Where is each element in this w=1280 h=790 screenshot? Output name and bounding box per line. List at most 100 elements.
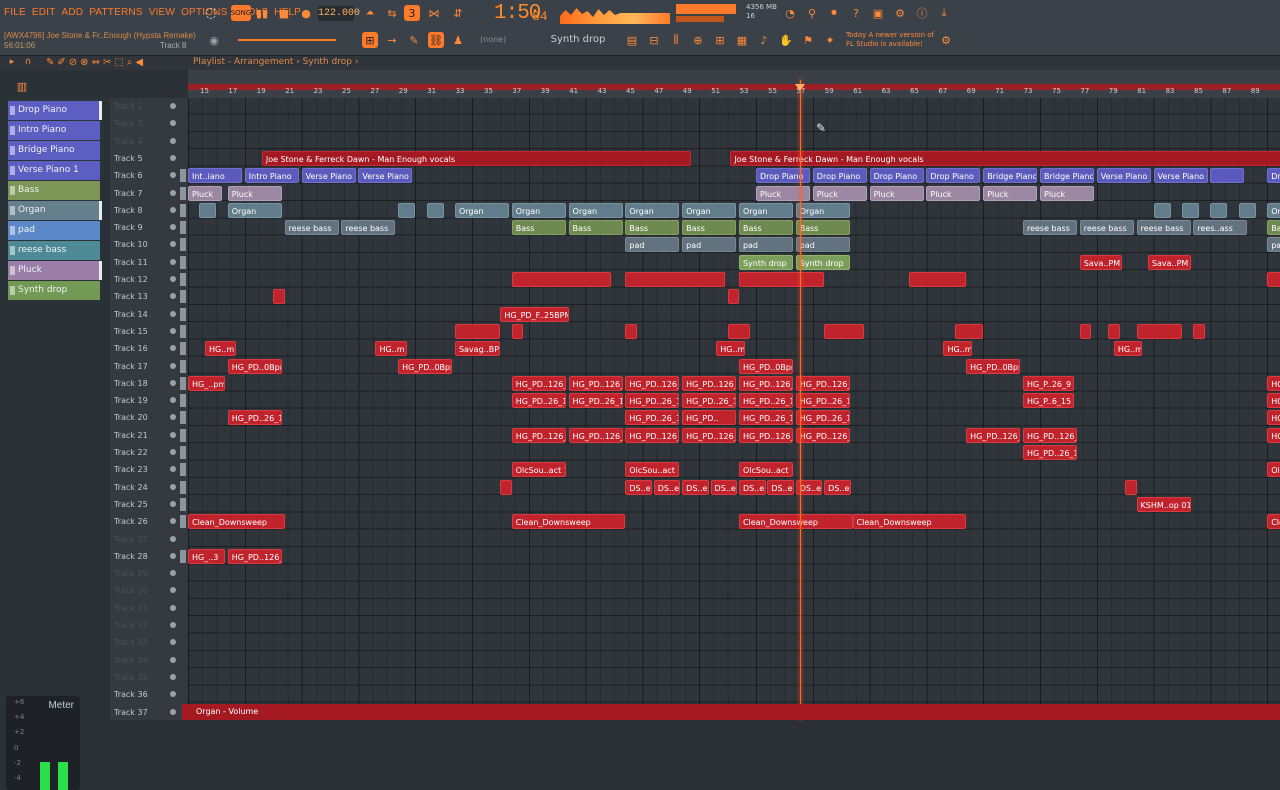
playlist-clip[interactable]: HG_PD..26_11: [227, 410, 282, 426]
playlist-clip[interactable]: Bass: [795, 220, 850, 236]
track-header[interactable]: Track 29: [110, 565, 188, 582]
playlist-clip[interactable]: Sava..PM: [1147, 254, 1191, 270]
playlist-clip[interactable]: HG..m: [716, 341, 745, 357]
playlist-window-icon[interactable]: ⊕: [690, 32, 706, 48]
track-mute-icon[interactable]: [170, 362, 176, 369]
playlist-clip[interactable]: Organ: [682, 202, 737, 218]
playlist-clip[interactable]: [954, 323, 984, 339]
track-mute-icon[interactable]: [170, 656, 176, 663]
playlist-clip[interactable]: HG_P..6_15: [1022, 393, 1075, 409]
track-select-handle[interactable]: [180, 203, 186, 217]
playlist-clip[interactable]: pad: [682, 237, 737, 253]
plugin-picker-icon[interactable]: ⚙: [892, 5, 908, 21]
browser-window-icon[interactable]: ⊞: [712, 32, 728, 48]
playlist-clip[interactable]: reese bass: [1022, 220, 1077, 236]
playlist-clip[interactable]: HG..m: [205, 341, 237, 357]
track-header[interactable]: Track 32: [110, 617, 188, 634]
playlist-clip[interactable]: Organ: [511, 202, 566, 218]
track-select-handle[interactable]: [180, 428, 186, 442]
track-header[interactable]: Track 22: [110, 444, 188, 461]
playlist-clip[interactable]: [625, 323, 637, 339]
playlist-clip[interactable]: Bass: [738, 220, 793, 236]
track-header[interactable]: Track 21: [110, 427, 188, 444]
playlist-clip[interactable]: DS..e: [625, 479, 653, 495]
playback-tool-icon[interactable]: ◀: [135, 57, 143, 68]
playlist-clip[interactable]: Clean_Downsweep: [738, 514, 853, 530]
playlist-clip[interactable]: HG_PD_F..25BPM: [500, 306, 569, 322]
piano-roll-icon[interactable]: ▤: [624, 32, 640, 48]
playlist-clip[interactable]: Organ: [454, 202, 509, 218]
playlist-clip[interactable]: HG_..3: [188, 548, 225, 564]
track-mute-icon[interactable]: [170, 293, 176, 300]
playlist-clip[interactable]: HG_PD..126_4: [1022, 427, 1077, 443]
wait-input-icon[interactable]: ⇆: [384, 5, 400, 21]
track-mute-icon[interactable]: [170, 310, 176, 317]
info-icon[interactable]: ⓘ: [914, 5, 930, 21]
playlist-clip[interactable]: Clean_Downsweep: [188, 514, 285, 530]
plugin-icon[interactable]: ♪: [756, 32, 772, 48]
track-header[interactable]: Track 20: [110, 409, 188, 426]
playlist-clip[interactable]: Organ: [227, 202, 282, 218]
track-header[interactable]: Track 37: [110, 704, 188, 721]
playlist-clip[interactable]: HG_PD..26_11: [738, 410, 793, 426]
track-mute-icon[interactable]: [170, 708, 176, 715]
track-select-handle[interactable]: [180, 238, 186, 252]
playlist-clip[interactable]: [500, 479, 512, 495]
track-select-handle[interactable]: [180, 255, 186, 269]
playlist-clip[interactable]: HG_PD..126_4: [568, 427, 623, 443]
zoom-tool-icon[interactable]: ⌕: [127, 57, 133, 68]
track-header[interactable]: Track 3: [110, 115, 188, 132]
pattern-item[interactable]: Synth drop: [8, 281, 100, 300]
track-select-handle[interactable]: [180, 324, 186, 338]
playlist-clip[interactable]: [1136, 323, 1182, 339]
track-header[interactable]: Track 19: [110, 392, 188, 409]
playlist-clip[interactable]: DS..e: [738, 479, 766, 495]
track-header[interactable]: Track 7: [110, 185, 188, 202]
none-selector[interactable]: (none): [480, 35, 506, 44]
playlist-clip[interactable]: Savag..BPM: [454, 341, 501, 357]
pattern-list-icon[interactable]: ▥: [14, 78, 30, 94]
automation-clip[interactable]: Organ - Volume: [182, 704, 1280, 720]
track-mute-icon[interactable]: [170, 154, 176, 161]
microphone-icon[interactable]: ⏺: [826, 5, 842, 21]
track-mute-icon[interactable]: [170, 189, 176, 196]
playlist-clip[interactable]: HG..m: [943, 341, 972, 357]
master-pitch-slider[interactable]: [238, 39, 336, 41]
track-header[interactable]: Track 31: [110, 600, 188, 617]
draw-tool-icon[interactable]: ✎: [46, 57, 54, 68]
track-mute-icon[interactable]: [170, 449, 176, 455]
playlist-clip[interactable]: HG_P..26_9: [1022, 375, 1075, 391]
playlist-clip[interactable]: Organ: [795, 202, 850, 218]
clock-icon[interactable]: ◔: [782, 5, 798, 21]
playlist-clip[interactable]: reese bass: [284, 220, 339, 236]
playlist-clip[interactable]: HG_PD..126_4: [625, 427, 680, 443]
track-header[interactable]: Track 26: [110, 513, 188, 530]
playlist-clip[interactable]: reese bass: [341, 220, 396, 236]
playlist-clip[interactable]: HG_..pm: [188, 375, 225, 391]
playlist-clip[interactable]: HG_PD..0Bpm: [398, 358, 453, 374]
track-select-handle[interactable]: [180, 463, 186, 477]
playlist-clip[interactable]: Pluck: [756, 185, 810, 201]
pattern-item[interactable]: Organ: [8, 201, 102, 220]
playlist-clip[interactable]: [738, 272, 825, 287]
playlist-clip[interactable]: KSHM..op 01: [1136, 496, 1191, 512]
stop-button[interactable]: ■: [276, 5, 292, 21]
download-icon[interactable]: ⤓: [936, 5, 952, 21]
track-header[interactable]: Track 36: [110, 686, 188, 703]
track-header[interactable]: Track 13: [110, 288, 188, 305]
playlist-clip[interactable]: OlcSou..act 17: [511, 462, 566, 478]
countdown-icon[interactable]: 3: [404, 5, 420, 21]
playlist-clip[interactable]: Synth drop: [795, 254, 850, 270]
playlist-clip[interactable]: pad: [1267, 237, 1280, 253]
project-icon[interactable]: ▦: [734, 32, 750, 48]
playlist-clip[interactable]: Synth drop: [738, 254, 793, 270]
playlist-clip[interactable]: Clean_Downsweep: [852, 514, 967, 530]
playlist-menu-icon[interactable]: ▸: [6, 55, 18, 69]
track-header[interactable]: Track 23: [110, 461, 188, 478]
playlist-clip[interactable]: Drop Piano: [1267, 168, 1280, 184]
playlist-clip[interactable]: Pluck: [983, 185, 1038, 201]
track-mute-icon[interactable]: [170, 673, 176, 680]
news-settings-icon[interactable]: ⚙: [938, 32, 954, 48]
playlist-clip[interactable]: HG..m: [1113, 341, 1143, 357]
delete-tool-icon[interactable]: ⊘: [69, 57, 77, 68]
